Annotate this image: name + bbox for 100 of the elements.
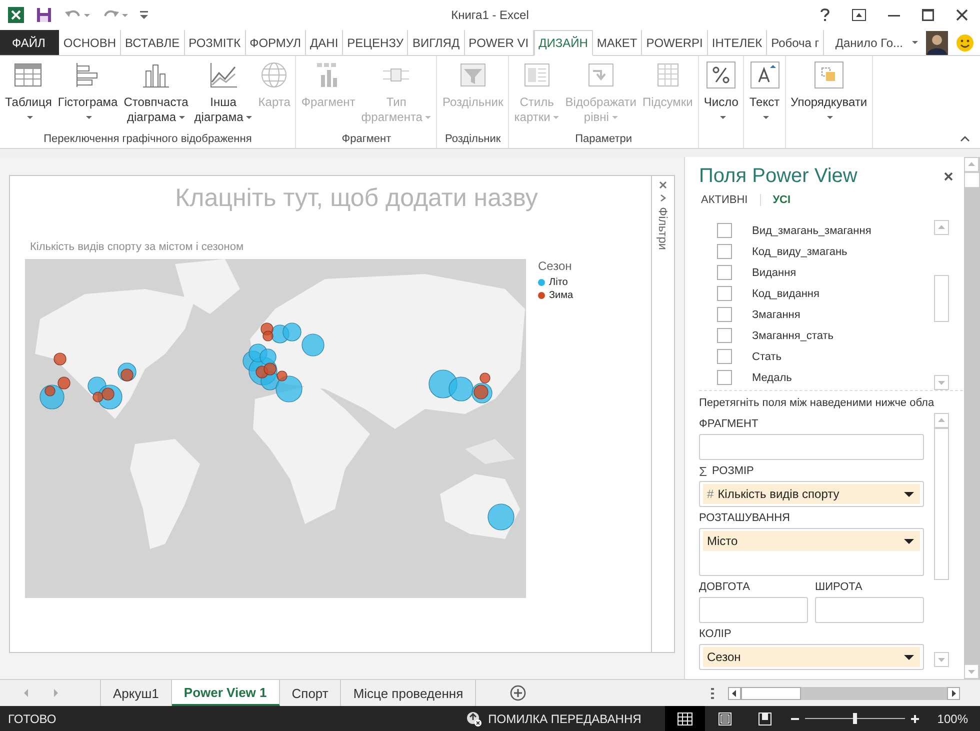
checkbox[interactable]: [717, 286, 732, 301]
zone-label: РОЗТАШУВАННЯ: [699, 512, 790, 524]
collapse-ribbon-icon[interactable]: [960, 136, 970, 142]
field-chip[interactable]: Сезон: [703, 647, 920, 667]
scroll-thumb[interactable]: [964, 172, 980, 188]
maximize-icon[interactable]: [922, 9, 934, 21]
drop-zone[interactable]: # Кількість видів спорту: [699, 481, 924, 507]
legend-title: Сезон: [538, 259, 573, 273]
ribbon-display-icon[interactable]: [852, 9, 866, 21]
group-label: Фрагмент: [340, 133, 392, 147]
hint-text: Перетягніть поля між наведеними нижче обла: [699, 397, 936, 409]
save-icon[interactable]: [36, 7, 52, 23]
checkbox[interactable]: [717, 244, 732, 259]
ribbon-tab[interactable]: ФОРМУЛ: [246, 30, 306, 55]
globe-icon: [259, 61, 290, 89]
field-name[interactable]: Стать: [752, 350, 782, 362]
field-name[interactable]: Код_виду_змагань: [752, 246, 848, 258]
zoom-level[interactable]: 100%: [937, 712, 968, 726]
ribbon-button[interactable]: Текст: [746, 59, 783, 148]
chip-label: Сезон: [707, 650, 741, 664]
ribbon-tab[interactable]: POWERPI: [642, 30, 708, 55]
normal-view-icon: [677, 712, 694, 726]
add-sheet-icon[interactable]: [510, 685, 526, 701]
checkbox[interactable]: [717, 349, 732, 364]
ribbon-tab[interactable]: МАКЕТ: [592, 30, 642, 55]
ribbon-tab[interactable]: ДАНІ: [306, 30, 344, 55]
ribbon-tab[interactable]: РОЗМІТК: [184, 30, 246, 55]
file-tab[interactable]: ФАЙЛ: [0, 30, 60, 55]
caret-icon: [26, 116, 33, 120]
close-icon[interactable]: [944, 172, 953, 181]
ribbon-tab[interactable]: ДИЗАЙН: [534, 30, 593, 56]
ribbon-tab[interactable]: Робоча г: [767, 30, 824, 55]
customize-icon[interactable]: [140, 10, 148, 20]
table-icon: [13, 61, 44, 89]
field-name[interactable]: Змагання_стать: [752, 330, 834, 342]
caret-icon[interactable]: [904, 654, 914, 660]
chart-title: Кількість видів спорту за містом і сезоном: [29, 240, 245, 255]
status-text: ГОТОВО: [7, 712, 56, 726]
window-title: Книга1 - Excel: [451, 8, 529, 22]
ribbon-button[interactable]: Гістограма: [54, 59, 121, 133]
field-chip[interactable]: # Кількість видів спорту: [703, 484, 920, 504]
help-icon[interactable]: [820, 8, 830, 22]
scroll-thumb[interactable]: [934, 275, 949, 322]
pane-tab[interactable]: УСІ: [760, 194, 803, 206]
scroll-left-icon[interactable]: [728, 686, 741, 700]
ribbon-button[interactable]: Стовпчаста діаграма: [120, 59, 192, 133]
group-label: Переключення графічного відображення: [42, 133, 253, 147]
zone-label: ШИРОТА: [815, 581, 862, 593]
ribbon-button[interactable]: Інша діаграма: [191, 59, 256, 133]
ribbon-tab[interactable]: ІНТЕЛЕК: [708, 30, 768, 55]
caret-icon: [912, 41, 918, 44]
checkbox[interactable]: [717, 223, 732, 238]
drop-zone[interactable]: Сезон: [699, 644, 924, 670]
caret-icon[interactable]: [904, 538, 914, 544]
number-symbol: #: [707, 487, 714, 501]
account-menu[interactable]: Данило Го...: [827, 30, 924, 55]
chip-label: Місто: [707, 534, 738, 548]
chevron-icon[interactable]: [660, 194, 666, 202]
view-button[interactable]: [665, 706, 706, 731]
ribbon-tab[interactable]: ВСТАВЛЕ: [121, 30, 185, 55]
checkbox[interactable]: [717, 370, 732, 385]
ribbon-button[interactable]: Число: [700, 59, 742, 148]
caret-icon: [720, 116, 726, 120]
checkbox[interactable]: [717, 265, 732, 280]
status-message[interactable]: ПОМИЛКА ПЕРЕДАВАННЯ: [488, 712, 642, 726]
ribbon-tab[interactable]: ВИГЛЯД: [408, 30, 465, 55]
caret-icon[interactable]: [904, 492, 914, 496]
drop-zone[interactable]: Місто: [699, 528, 924, 576]
field-name[interactable]: Код_видання: [752, 288, 820, 300]
avatar-icon: [926, 30, 948, 54]
sheet-tab[interactable]: Power View 1: [172, 680, 280, 706]
smiley-icon[interactable]: [956, 34, 974, 52]
pane-tab[interactable]: АКТИВНІ: [699, 194, 760, 206]
scroll-thumb[interactable]: [934, 428, 949, 580]
slider-thumb[interactable]: [853, 713, 858, 724]
field-name[interactable]: Медаль: [752, 372, 792, 384]
zoom-in-icon[interactable]: [911, 714, 920, 722]
field-name[interactable]: Видання: [752, 266, 796, 278]
ribbon-button[interactable]: Таблиця: [2, 59, 55, 133]
checkbox[interactable]: [717, 307, 732, 322]
field-name[interactable]: Вид_змагань_змагання: [752, 224, 872, 236]
font-icon: [750, 61, 780, 89]
slicer-icon: [458, 61, 488, 89]
close-icon[interactable]: [956, 9, 968, 21]
field-chip[interactable]: Місто: [703, 531, 920, 551]
percent-icon: [706, 61, 736, 89]
splitter-icon[interactable]: [711, 688, 714, 698]
field-name[interactable]: Змагання: [752, 308, 800, 320]
ribbon-tab[interactable]: РЕЦЕНЗУ: [343, 30, 408, 55]
pane-title: Поля Power View: [699, 165, 858, 188]
checkbox[interactable]: [717, 328, 732, 343]
ribbon-button[interactable]: Упорядкувати: [788, 59, 870, 148]
close-icon[interactable]: [659, 181, 667, 189]
sigma-symbol: Σ: [699, 464, 708, 478]
legend-label: Літо: [549, 277, 568, 288]
filters-label[interactable]: Фільтри: [656, 207, 670, 250]
scroll-thumb[interactable]: [741, 686, 801, 700]
scroll-right-icon[interactable]: [947, 686, 960, 700]
ribbon-tab[interactable]: ОСНОВН: [59, 30, 122, 55]
upload-error-icon: [466, 710, 482, 726]
